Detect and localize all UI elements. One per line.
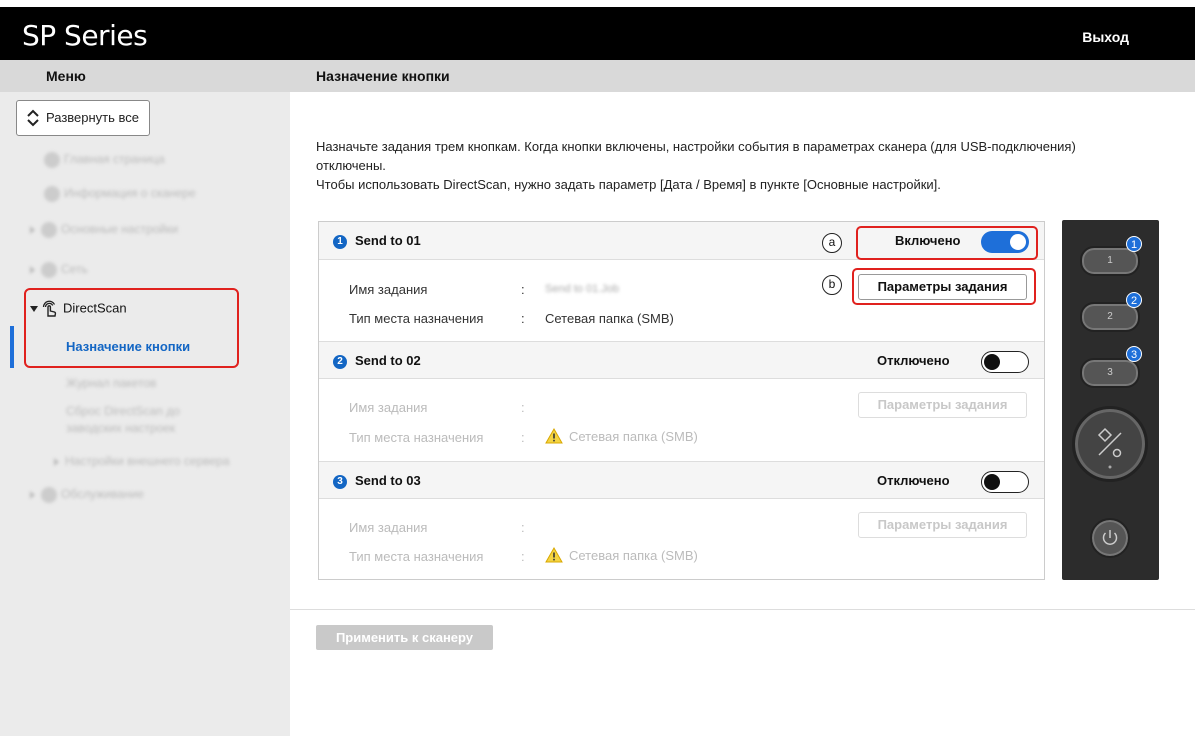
toggle-highlight	[856, 226, 1038, 260]
sidebar-item-maintenance[interactable]: Обслуживание	[30, 487, 144, 503]
colon: :	[521, 549, 525, 564]
wrench-icon	[41, 487, 57, 503]
number-badge-icon: 3	[333, 475, 347, 489]
destination-type-value: Сетевая папка (SMB)	[545, 428, 698, 444]
colon: :	[521, 282, 525, 297]
sidebar-item-network[interactable]: Сеть	[30, 262, 88, 278]
callout-a: a	[822, 233, 842, 253]
touch-hand-icon	[42, 300, 57, 317]
job-name-label: Имя задания	[349, 400, 428, 415]
destination-type-value: Сетевая папка (SMB)	[545, 311, 674, 326]
scan-stop-icon	[1097, 427, 1122, 469]
expand-arrow-icon	[30, 491, 35, 499]
expand-arrow-icon	[30, 266, 35, 274]
sidebar-item-home[interactable]: Главная страница	[44, 152, 165, 168]
colon: :	[521, 311, 525, 326]
job-name-value: Send to 01.Job	[545, 283, 620, 295]
gear-icon	[41, 222, 57, 238]
expand-all-button[interactable]: Развернуть все	[16, 100, 150, 136]
info-icon	[44, 186, 60, 202]
sidebar-item-external-server[interactable]: Настройки внешнего сервера	[54, 454, 230, 468]
sidebar-item-directscan-reset[interactable]: Сброс DirectScan до заводских настроек	[66, 403, 226, 437]
section-header-send-to-03: 3 Send to 03 Отключено	[319, 461, 1044, 499]
destination-type-label: Тип места назначения	[349, 311, 484, 326]
page-title: Назначение кнопки	[316, 68, 450, 84]
callout-b: b	[822, 275, 842, 295]
collapse-arrow-icon	[30, 306, 38, 312]
toggle-state-label: Отключено	[877, 353, 950, 368]
section-header-send-to-02: 2 Send to 02 Отключено	[319, 341, 1044, 379]
job-parameters-button-2[interactable]: Параметры задания	[858, 392, 1027, 418]
sidebar-item-scanner-info[interactable]: Информация о сканере	[44, 186, 196, 202]
section-title: Send to 02	[355, 353, 421, 368]
number-badge-icon: 1	[333, 235, 347, 249]
enable-toggle-2[interactable]	[981, 351, 1029, 373]
section-title: Send to 03	[355, 473, 421, 488]
expand-icon	[27, 109, 39, 127]
scanner-button-3[interactable]: 3	[1080, 358, 1140, 388]
button-number-badge-3: 3	[1126, 346, 1142, 362]
colon: :	[521, 430, 525, 445]
power-icon	[1102, 530, 1118, 545]
expand-all-label: Развернуть все	[46, 110, 140, 125]
sidebar-item-button-assignment[interactable]: Назначение кнопки	[66, 339, 190, 354]
toggle-state-label: Отключено	[877, 473, 950, 488]
destination-type-value: Сетевая папка (SMB)	[545, 547, 698, 563]
job-name-label: Имя задания	[349, 282, 428, 297]
button-number-badge-2: 2	[1126, 292, 1142, 308]
sidebar-item-packet-log[interactable]: Журнал пакетов	[66, 376, 156, 390]
selection-indicator	[10, 326, 14, 368]
page-description: Назначьте задания трем кнопкам. Когда кн…	[316, 139, 1076, 192]
expand-arrow-icon	[30, 226, 35, 234]
destination-type-label: Тип места назначения	[349, 430, 484, 445]
section-title: Send to 01	[355, 233, 421, 248]
app-title: SP Series	[22, 19, 148, 52]
warning-icon	[545, 428, 563, 444]
logout-link[interactable]: Выход	[1082, 29, 1129, 45]
colon: :	[521, 400, 525, 415]
button-number-badge-1: 1	[1126, 236, 1142, 252]
scan-stop-button[interactable]	[1072, 406, 1148, 482]
home-icon	[44, 152, 60, 168]
enable-toggle-3[interactable]	[981, 471, 1029, 493]
destination-type-label: Тип места назначения	[349, 549, 484, 564]
job-parameters-button-3[interactable]: Параметры задания	[858, 512, 1027, 538]
params-button-highlight	[852, 268, 1036, 305]
colon: :	[521, 520, 525, 535]
top-bar: SP Series Выход	[0, 0, 1195, 60]
scanner-panel: 1 1 2 2 3 3	[1062, 220, 1159, 580]
network-icon	[41, 262, 57, 278]
number-badge-icon: 2	[333, 355, 347, 369]
apply-to-scanner-button[interactable]: Применить к сканеру	[316, 625, 493, 650]
menu-title: Меню	[46, 68, 86, 84]
sub-header: Меню Назначение кнопки	[0, 60, 1195, 92]
warning-icon	[545, 547, 563, 563]
power-button[interactable]	[1090, 518, 1130, 558]
divider	[290, 609, 1195, 610]
job-name-label: Имя задания	[349, 520, 428, 535]
expand-arrow-icon	[54, 457, 59, 466]
sidebar-item-directscan[interactable]: DirectScan	[30, 300, 127, 318]
sidebar-item-basic-settings[interactable]: Основные настройки	[30, 222, 178, 238]
